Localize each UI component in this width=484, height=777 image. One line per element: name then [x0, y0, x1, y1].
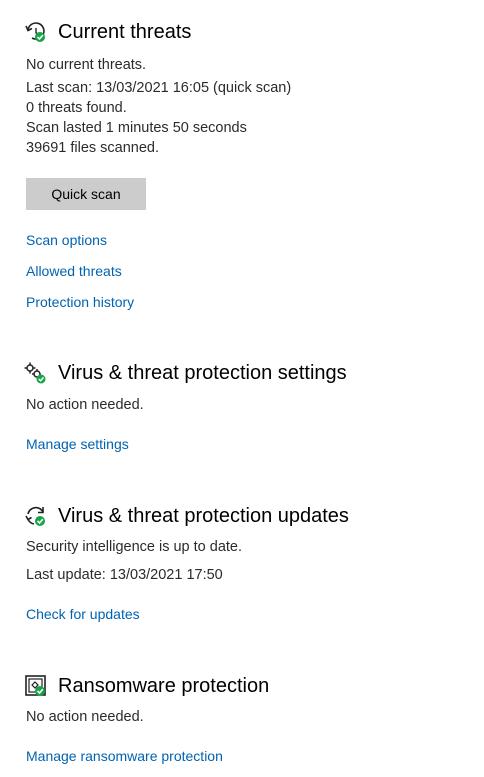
threat-status-text: No current threats. [26, 57, 147, 73]
manage-ransomware-link[interactable]: Manage ransomware protection [26, 748, 223, 764]
current-threats-title: Current threats [58, 20, 192, 43]
updates-status-text: Security intelligence is up to date. [26, 539, 243, 555]
scan-duration-text: Scan lasted 1 minutes 50 seconds [26, 120, 247, 136]
last-scan-text: Last scan: 13/03/2021 16:05 (quick scan) [26, 80, 292, 96]
scan-options-link[interactable]: Scan options [26, 232, 107, 248]
files-scanned-text: 39691 files scanned. [26, 140, 160, 156]
protection-settings-title: Virus & threat protection settings [58, 361, 347, 384]
quick-scan-button[interactable]: Quick scan [26, 178, 146, 210]
protection-updates-title: Virus & threat protection updates [58, 504, 349, 527]
manage-settings-link[interactable]: Manage settings [26, 436, 129, 452]
protection-updates-header: Virus & threat protection updates [24, 504, 349, 528]
allowed-threats-link[interactable]: Allowed threats [26, 263, 122, 279]
check-for-updates-link[interactable]: Check for updates [26, 606, 140, 622]
refresh-check-icon [24, 504, 48, 528]
last-update-text: Last update: 13/03/2021 17:50 [26, 567, 223, 583]
shield-refresh-icon [24, 20, 48, 44]
threats-found-text: 0 threats found. [26, 100, 127, 116]
current-threats-header: Current threats [24, 20, 191, 44]
protection-history-link[interactable]: Protection history [26, 294, 134, 310]
protection-settings-header: Virus & threat protection settings [24, 361, 347, 385]
ransomware-title: Ransomware protection [58, 674, 270, 697]
settings-status-text: No action needed. [26, 397, 144, 413]
ransomware-header: Ransomware protection [24, 674, 269, 698]
ransomware-folder-icon [24, 674, 48, 698]
ransomware-status-text: No action needed. [26, 709, 144, 725]
gear-check-icon [24, 361, 48, 385]
